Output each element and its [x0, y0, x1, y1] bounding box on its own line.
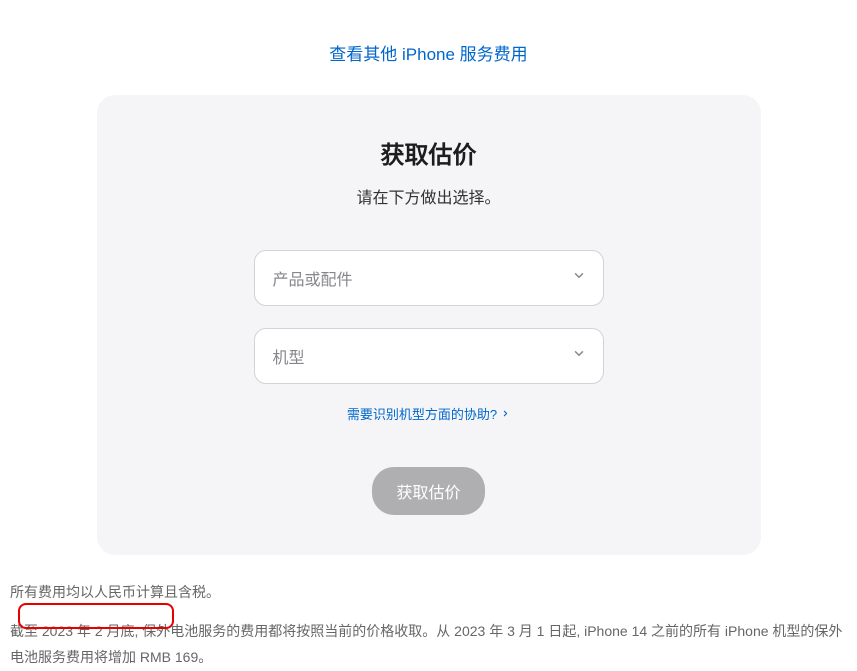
card-title: 获取估价	[147, 135, 711, 170]
identify-model-help-link[interactable]: 需要识别机型方面的协助?	[347, 404, 510, 423]
footer-line-1: 所有费用均以人民币计算且含税。	[10, 579, 847, 606]
view-other-services-link[interactable]: 查看其他 iPhone 服务费用	[329, 45, 527, 64]
footer-notes: 所有费用均以人民币计算且含税。 截至 2023 年 2 月底, 保外电池服务的费…	[0, 555, 857, 671]
card-subtitle: 请在下方做出选择。	[147, 184, 711, 208]
chevron-right-icon	[501, 406, 510, 421]
product-select[interactable]: 产品或配件	[254, 250, 604, 306]
help-link-label: 需要识别机型方面的协助?	[347, 404, 497, 423]
get-estimate-button[interactable]: 获取估价	[372, 467, 484, 515]
model-select[interactable]: 机型	[254, 328, 604, 384]
estimate-card: 获取估价 请在下方做出选择。 产品或配件 机型 需要识别机型方面的协助? 获取估…	[97, 95, 761, 555]
